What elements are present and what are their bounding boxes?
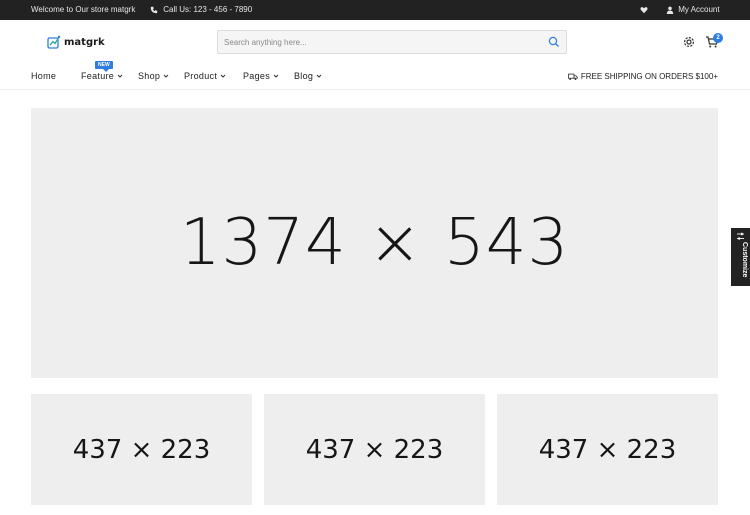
welcome-text: Welcome to Our store matgrk [31,5,136,14]
phone-text: Call Us: 123 - 456 - 7890 [163,5,253,14]
nav-item-pages[interactable]: Pages [243,71,279,81]
logo-icon [47,35,61,49]
nav-item-product[interactable]: Product [184,71,226,81]
my-account-link[interactable]: My Account [666,0,720,20]
nav-item-label: Home [31,71,57,81]
wishlist-link[interactable] [640,0,648,20]
customize-label: Customize [741,242,748,278]
search-icon[interactable] [548,36,560,48]
main-nav: Home Feature NEW Shop Product Pages Blog… [0,61,750,90]
logo[interactable]: matgrk [47,34,105,50]
chevron-down-icon [220,74,226,78]
main-header: matgrk 2 [0,20,750,64]
nav-item-shop[interactable]: Shop [138,71,169,81]
chevron-down-icon [163,74,169,78]
phone-icon [150,6,158,14]
promo-tile-image[interactable]: 437 × 223 [264,394,485,505]
free-shipping-notice: FREE SHIPPING ON ORDERS $100+ [567,72,718,81]
user-icon [666,6,674,14]
promo-tile-image[interactable]: 437 × 223 [31,394,252,505]
phone-info: Call Us: 123 - 456 - 7890 [150,0,252,20]
tile-placeholder-label: 437 × 223 [72,434,211,465]
nav-item-blog[interactable]: Blog [294,71,322,81]
customize-side-tab[interactable]: Customize [731,228,750,286]
settings-gear-icon[interactable] [682,35,696,49]
search-bar [217,30,567,54]
logo-text: matgrk [64,36,105,48]
search-input[interactable] [218,31,538,53]
new-badge: NEW [95,61,113,72]
nav-item-label: Pages [243,71,271,81]
chevron-down-icon [316,74,322,78]
shipping-text: FREE SHIPPING ON ORDERS $100+ [580,72,718,81]
banner-placeholder-label: 1374 × 543 [179,206,570,280]
nav-item-label: Product [184,71,218,81]
nav-item-label: Blog [294,71,314,81]
chevron-down-icon [273,74,279,78]
hero-banner-image[interactable]: 1374 × 543 [31,108,718,378]
chevron-down-icon [117,74,123,78]
heart-icon [640,6,648,14]
nav-item-label: Shop [138,71,161,81]
nav-item-label: Feature [81,71,115,81]
nav-item-home[interactable]: Home [31,71,56,81]
truck-icon [567,73,578,80]
cart-count-badge: 2 [713,33,723,43]
sliders-icon [737,232,744,240]
tile-placeholder-label: 437 × 223 [305,434,444,465]
top-bar: Welcome to Our store matgrk Call Us: 123… [0,0,750,20]
nav-item-feature[interactable]: Feature [81,71,123,81]
my-account-label: My Account [678,5,720,14]
promo-tile-image[interactable]: 437 × 223 [497,394,718,505]
tile-placeholder-label: 437 × 223 [538,434,677,465]
